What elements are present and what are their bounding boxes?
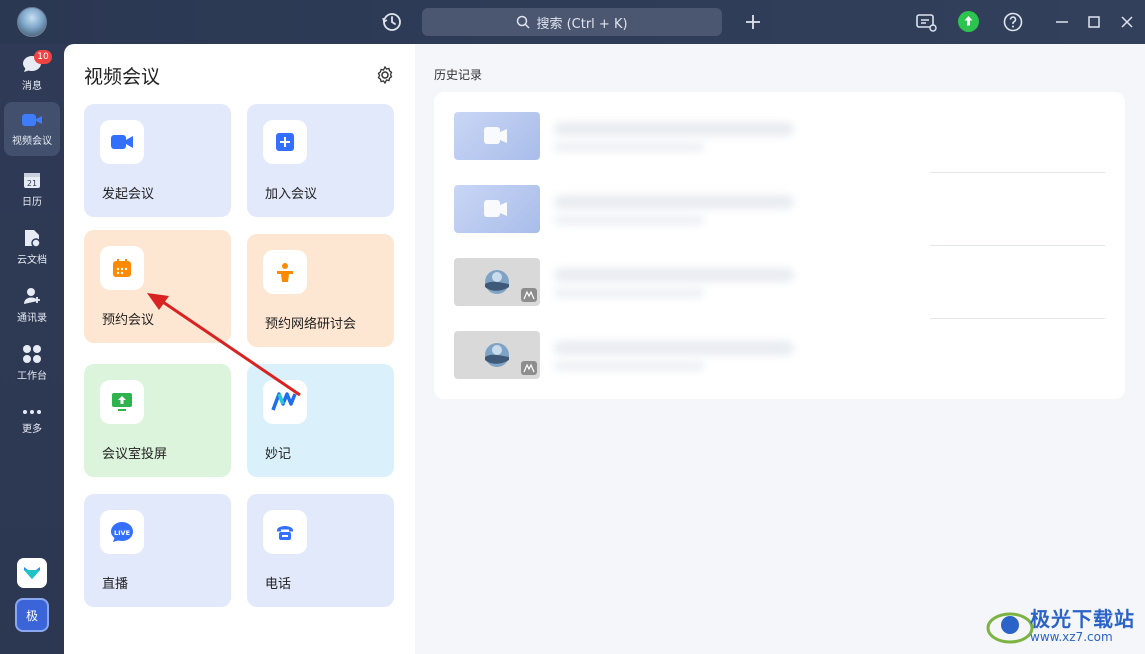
history-title: 历史记录 [434, 68, 483, 82]
history-item[interactable] [454, 331, 1105, 404]
nav-label: 视频会议 [12, 136, 52, 147]
card-label: 预约网络研讨会 [265, 317, 357, 332]
screen-share-icon [100, 380, 144, 424]
speaker-podium-icon [263, 250, 307, 294]
live-card[interactable]: LIVE 直播 [84, 494, 231, 607]
room-cast-card[interactable]: 会议室投屏 [84, 364, 231, 477]
card-label: 直播 [102, 577, 129, 592]
left-nav: 10 消息 视频会议 21 日历 云文档 通讯录 工作台 更多 极 [0, 44, 64, 654]
card-label: 加入会议 [265, 187, 318, 202]
app-shortcut-icon[interactable] [17, 558, 47, 588]
schedule-webinar-card[interactable]: 预约网络研讨会 [247, 234, 394, 347]
upgrade-icon[interactable] [958, 11, 979, 32]
schedule-meeting-card[interactable]: 预约会议 [84, 230, 231, 343]
nav-item-more[interactable]: 更多 [4, 394, 60, 448]
meeting-thumbnail [454, 185, 540, 233]
watermark-url: www.xz7.com [1030, 630, 1113, 644]
phone-icon [263, 510, 307, 554]
svg-text:LIVE: LIVE [114, 529, 130, 537]
divider [930, 172, 1105, 173]
meeting-panel: 视频会议 发起会议 加入会议 预约会议 预约网络研讨会 会议室投屏 妙记 LIV… [64, 44, 415, 654]
extension-label: 极 [25, 608, 38, 623]
search-placeholder: 搜索 (Ctrl + K) [536, 16, 628, 32]
calendar-icon [100, 246, 144, 290]
nav-label: 通讯录 [17, 313, 47, 324]
maximize-button[interactable] [1084, 12, 1104, 32]
nav-item-calendar[interactable]: 21 日历 [4, 162, 60, 216]
card-label: 电话 [265, 577, 292, 592]
phone-card[interactable]: 电话 [247, 494, 394, 607]
nav-item-video-meeting[interactable]: 视频会议 [4, 102, 60, 156]
more-icon [23, 410, 41, 414]
blurred-text [554, 288, 704, 298]
history-item[interactable] [454, 258, 1105, 331]
meeting-thumbnail [454, 112, 540, 160]
card-label: 发起会议 [102, 187, 155, 202]
nav-label: 消息 [22, 81, 42, 92]
blurred-text [554, 122, 794, 136]
unread-badge: 10 [34, 50, 52, 64]
nav-label: 云文档 [17, 255, 47, 266]
plus-icon[interactable] [741, 10, 765, 34]
minutes-logo-icon [263, 380, 307, 424]
watermark-brand: 极光下载站 [1030, 607, 1135, 631]
card-label: 妙记 [265, 447, 292, 462]
video-camera-icon [100, 120, 144, 164]
close-button[interactable] [1117, 12, 1137, 32]
history-icon[interactable] [380, 10, 404, 34]
history-item[interactable] [454, 112, 1105, 185]
search-input[interactable]: 搜索 (Ctrl + K) [422, 8, 722, 36]
blurred-text [554, 215, 704, 225]
card-label: 会议室投屏 [102, 447, 168, 462]
nav-item-contacts[interactable]: 通讯录 [4, 278, 60, 332]
start-meeting-card[interactable]: 发起会议 [84, 104, 231, 217]
user-thumbnail [454, 258, 540, 306]
nav-item-docs[interactable]: 云文档 [4, 220, 60, 274]
user-avatar[interactable] [17, 7, 47, 37]
divider [930, 318, 1105, 319]
minimize-button[interactable] [1052, 12, 1072, 32]
video-camera-icon [22, 114, 42, 126]
live-icon: LIVE [100, 510, 144, 554]
blurred-text [554, 268, 794, 282]
history-item[interactable] [454, 185, 1105, 258]
join-meeting-card[interactable]: 加入会议 [247, 104, 394, 217]
nav-label: 工作台 [17, 371, 47, 382]
minutes-card[interactable]: 妙记 [247, 364, 394, 477]
grid-icon [23, 345, 41, 363]
nav-item-workbench[interactable]: 工作台 [4, 336, 60, 390]
history-list [434, 92, 1125, 399]
nav-label: 日历 [22, 197, 42, 208]
contacts-icon [24, 288, 40, 304]
blurred-text [554, 142, 704, 152]
blurred-text [554, 341, 794, 355]
blurred-text [554, 195, 794, 209]
nav-item-messages[interactable]: 10 消息 [4, 46, 60, 100]
title-bar: 搜索 (Ctrl + K) [0, 0, 1145, 44]
meeting-room-icon[interactable] [914, 10, 938, 34]
extension-button[interactable]: 极 [15, 598, 49, 632]
page-title: 视频会议 [84, 66, 161, 88]
help-icon[interactable] [1001, 10, 1025, 34]
search-icon [517, 15, 530, 29]
calendar-date: 21 [27, 179, 37, 188]
calendar-icon: 21 [24, 173, 40, 188]
gear-icon[interactable] [375, 65, 395, 85]
user-thumbnail [454, 331, 540, 379]
divider [930, 245, 1105, 246]
blurred-text [554, 361, 704, 371]
history-panel: 历史记录 [415, 44, 1145, 654]
card-label: 预约会议 [102, 313, 155, 328]
plus-square-icon [263, 120, 307, 164]
document-icon [25, 230, 41, 248]
nav-label: 更多 [22, 424, 42, 435]
